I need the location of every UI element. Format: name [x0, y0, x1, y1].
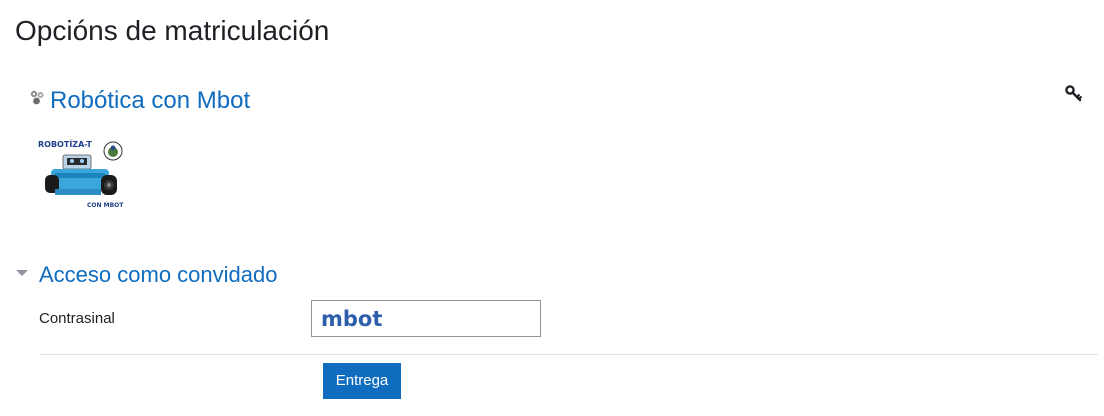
- form-divider: [39, 354, 1098, 355]
- password-label: Contrasinal: [39, 310, 115, 327]
- course-image-subtitle: CON MBOT: [87, 202, 124, 209]
- page-title: Opcións de matriculación: [15, 15, 330, 46]
- guest-access-section-header[interactable]: Acceso como convidado: [15, 258, 277, 292]
- course-icon: [30, 90, 44, 105]
- course-image-title: ROBOTÍZA-T: [38, 138, 92, 149]
- course-image: ROBOTÍZA-T CON MBOT: [35, 135, 127, 211]
- password-input[interactable]: [311, 300, 541, 337]
- chevron-down-icon[interactable]: [15, 268, 29, 278]
- section-title[interactable]: Acceso como convidado: [39, 258, 277, 292]
- course-name-link[interactable]: Robótica con Mbot: [50, 84, 250, 118]
- course-header: Robótica con Mbot: [28, 84, 250, 118]
- key-icon: [1065, 85, 1082, 102]
- submit-button[interactable]: Entrega: [323, 363, 401, 399]
